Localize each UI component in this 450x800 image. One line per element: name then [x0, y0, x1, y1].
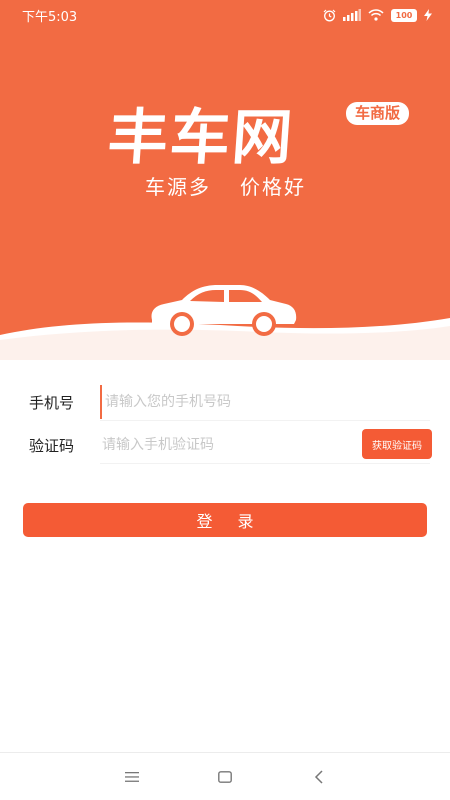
car-icon [151, 285, 297, 336]
phone-label: 手机号 [29, 393, 75, 412]
phone-row: 手机号 [0, 382, 450, 422]
slogan-left: 车源多 [145, 175, 211, 199]
code-label: 验证码 [29, 436, 75, 455]
login-button[interactable]: 登 录 [23, 503, 427, 537]
status-time: 下午5:03 [22, 9, 78, 25]
menu-icon[interactable] [118, 763, 146, 791]
code-divider [100, 463, 430, 464]
status-bar: 下午5:03 100 [0, 0, 450, 30]
hero-banner: 丰车网 车商版 车源多 价格好 [0, 0, 450, 360]
wifi-icon [368, 9, 384, 21]
system-nav-bar [0, 752, 450, 800]
battery-icon: 100 [391, 8, 417, 22]
signal-icon [343, 9, 361, 21]
alarm-icon [323, 9, 336, 22]
phone-divider [100, 420, 430, 421]
back-icon[interactable] [305, 763, 333, 791]
slogan-right: 价格好 [240, 175, 306, 199]
charging-icon [424, 9, 432, 21]
phone-input[interactable] [100, 385, 420, 419]
code-input[interactable] [100, 428, 340, 462]
home-icon[interactable] [211, 763, 239, 791]
dealer-edition-badge: 车商版 [346, 102, 410, 125]
get-code-button[interactable]: 获取验证码 [362, 429, 432, 459]
brand-logo: 丰车网 [105, 103, 297, 173]
